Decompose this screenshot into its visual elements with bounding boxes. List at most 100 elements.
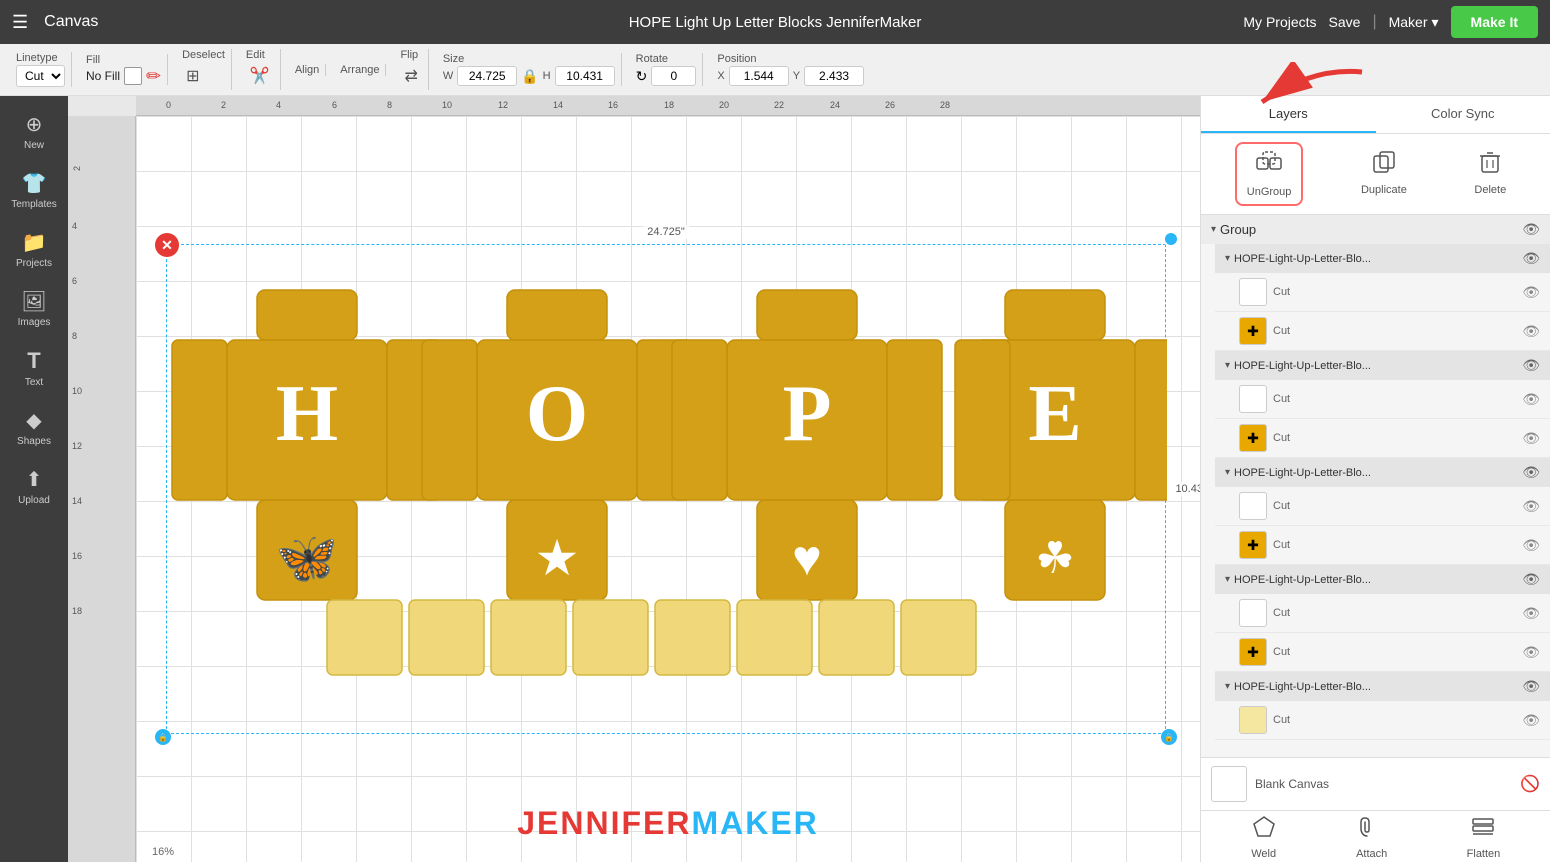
subgroup-2-eye-icon[interactable]: 👁 — [1522, 357, 1540, 374]
fill-label: Fill — [86, 54, 100, 66]
y-input[interactable] — [804, 66, 864, 86]
subgroup-3: ▾ HOPE-Light-Up-Letter-Blo... 👁 Cut 👁 ✚ … — [1201, 458, 1550, 565]
make-it-btn[interactable]: Make It — [1451, 6, 1538, 38]
fill-color-swatch[interactable] — [124, 67, 142, 85]
projects-icon: 📁 — [22, 230, 47, 255]
subgroup-5-eye-icon[interactable]: 👁 — [1522, 678, 1540, 695]
maker-selector[interactable]: Maker ▾ — [1389, 14, 1439, 31]
layer-eye-2-1[interactable]: 👁 — [1522, 391, 1540, 408]
flatten-action[interactable]: Flatten — [1467, 814, 1501, 860]
deselect-x-btn[interactable]: ✕ — [155, 233, 179, 257]
layer-item-3-1[interactable]: Cut 👁 — [1215, 487, 1550, 526]
ruler-mark-8: 8 — [387, 100, 392, 110]
layer-eye-1-1[interactable]: 👁 — [1522, 284, 1540, 301]
tab-color-sync[interactable]: Color Sync — [1376, 96, 1550, 133]
tab-layers[interactable]: Layers — [1201, 96, 1376, 133]
save-btn[interactable]: Save — [1329, 14, 1361, 30]
layer-item-1-1[interactable]: Cut 👁 — [1215, 273, 1550, 312]
subgroup-1-header[interactable]: ▾ HOPE-Light-Up-Letter-Blo... 👁 — [1215, 244, 1550, 273]
subgroup-5-header[interactable]: ▾ HOPE-Light-Up-Letter-Blo... 👁 — [1215, 672, 1550, 701]
sidebar-item-templates[interactable]: 👕 Templates — [4, 163, 64, 218]
linetype-select[interactable]: Cut — [16, 65, 65, 87]
subgroup-1-eye-icon[interactable]: 👁 — [1522, 250, 1540, 267]
layer-item-1-2[interactable]: ✚ Cut 👁 — [1215, 312, 1550, 351]
lock-handle-br[interactable]: 🔒 — [1161, 729, 1177, 745]
delete-btn[interactable]: Delete — [1464, 142, 1516, 206]
weld-action[interactable]: Weld — [1251, 814, 1277, 860]
layer-eye-3-2[interactable]: 👁 — [1522, 537, 1540, 554]
deselect-control: Deselect ⊞ — [182, 49, 225, 90]
x-input[interactable] — [729, 66, 789, 86]
sidebar-item-projects[interactable]: 📁 Projects — [4, 222, 64, 277]
sidebar-item-new[interactable]: ⊕ New — [4, 104, 64, 159]
edit-btn[interactable]: ✂️ — [246, 62, 274, 90]
subgroup-4-eye-icon[interactable]: 👁 — [1522, 571, 1540, 588]
rotate-handle[interactable] — [1163, 231, 1179, 247]
group-header[interactable]: ▾ Group 👁 — [1201, 215, 1550, 244]
canvas-area[interactable]: 0 2 4 6 8 10 12 14 16 18 20 22 24 26 28 … — [68, 96, 1200, 862]
canvas-grid[interactable]: 24.725" 10.431" ✕ 🔒 🔒 — [136, 116, 1200, 862]
layer-eye-4-1[interactable]: 👁 — [1522, 605, 1540, 622]
duplicate-icon — [1370, 148, 1398, 182]
duplicate-btn[interactable]: Duplicate — [1351, 142, 1417, 206]
svg-text:★: ★ — [535, 530, 580, 586]
width-input[interactable] — [457, 66, 517, 86]
flip-group: Flip ⇄ — [394, 49, 428, 90]
height-input[interactable] — [555, 66, 615, 86]
ruler-left-mark-2: 2 — [72, 166, 82, 171]
subgroup-2-chevron-icon: ▾ — [1225, 360, 1230, 371]
ruler-left-mark-12: 12 — [72, 441, 82, 451]
subgroup-3-header[interactable]: ▾ HOPE-Light-Up-Letter-Blo... 👁 — [1215, 458, 1550, 487]
ruler-left-mark-6: 6 — [72, 276, 77, 286]
attach-action[interactable]: Attach — [1356, 814, 1387, 860]
lock-handle-bl[interactable]: 🔒 — [155, 729, 171, 745]
my-projects-btn[interactable]: My Projects — [1243, 14, 1316, 30]
layer-eye-1-2[interactable]: 👁 — [1522, 323, 1540, 340]
sidebar-item-images[interactable]: 🖼 Images — [4, 281, 64, 336]
menu-icon[interactable]: ☰ — [12, 12, 28, 33]
rotate-group: Rotate ↻ — [630, 53, 704, 86]
layer-type-4-1: Cut — [1273, 607, 1290, 619]
layer-item-5-1[interactable]: Cut 👁 — [1215, 701, 1550, 740]
ruler-mark-26: 26 — [885, 100, 895, 110]
layer-item-4-2[interactable]: ✚ Cut 👁 — [1215, 633, 1550, 672]
subgroup-5-name: HOPE-Light-Up-Letter-Blo... — [1234, 681, 1518, 693]
flip-btn[interactable]: ⇄ — [400, 62, 421, 90]
layer-item-3-2[interactable]: ✚ Cut 👁 — [1215, 526, 1550, 565]
layer-eye-3-1[interactable]: 👁 — [1522, 498, 1540, 515]
flatten-label: Flatten — [1467, 848, 1501, 860]
lock-icon: 🔒 — [521, 68, 538, 85]
layer-item-4-1[interactable]: Cut 👁 — [1215, 594, 1550, 633]
ruler-mark-2: 2 — [221, 100, 226, 110]
maker-label: Maker — [1389, 14, 1428, 30]
rotate-input[interactable] — [651, 66, 696, 86]
layer-eye-2-2[interactable]: 👁 — [1522, 430, 1540, 447]
layer-eye-5-1[interactable]: 👁 — [1522, 712, 1540, 729]
layers-list[interactable]: ▾ Group 👁 ▾ HOPE-Light-Up-Letter-Blo... … — [1201, 215, 1550, 757]
layer-item-2-2[interactable]: ✚ Cut 👁 — [1215, 419, 1550, 458]
subgroup-2-header[interactable]: ▾ HOPE-Light-Up-Letter-Blo... 👁 — [1215, 351, 1550, 380]
svg-text:E: E — [1028, 370, 1081, 458]
eye-off-icon[interactable]: 🚫 — [1520, 774, 1540, 794]
rotate-icon: ↻ — [636, 68, 648, 85]
group-eye-icon[interactable]: 👁 — [1522, 221, 1540, 238]
sidebar-item-text[interactable]: T Text — [4, 340, 64, 396]
layer-item-2-1[interactable]: Cut 👁 — [1215, 380, 1550, 419]
subgroup-2-name: HOPE-Light-Up-Letter-Blo... — [1234, 360, 1518, 372]
deselect-btn[interactable]: ⊞ — [182, 62, 203, 90]
ungroup-btn[interactable]: UnGroup — [1235, 142, 1304, 206]
layer-eye-4-2[interactable]: 👁 — [1522, 644, 1540, 661]
ruler-mark-20: 20 — [719, 100, 729, 110]
sidebar-item-upload[interactable]: ⬆ Upload — [4, 459, 64, 514]
subgroup-4-header[interactable]: ▾ HOPE-Light-Up-Letter-Blo... 👁 — [1215, 565, 1550, 594]
delete-label: Delete — [1474, 184, 1506, 196]
svg-text:P: P — [783, 370, 832, 458]
ruler-mark-22: 22 — [774, 100, 784, 110]
subgroup-1-name: HOPE-Light-Up-Letter-Blo... — [1234, 253, 1518, 265]
sidebar-item-shapes[interactable]: ◆ Shapes — [4, 400, 64, 455]
svg-text:☘: ☘ — [1035, 534, 1074, 583]
blank-canvas-label: Blank Canvas — [1255, 777, 1329, 791]
topbar-divider: | — [1372, 13, 1376, 31]
subgroup-3-eye-icon[interactable]: 👁 — [1522, 464, 1540, 481]
deselect-group: Deselect ⊞ — [176, 49, 232, 90]
